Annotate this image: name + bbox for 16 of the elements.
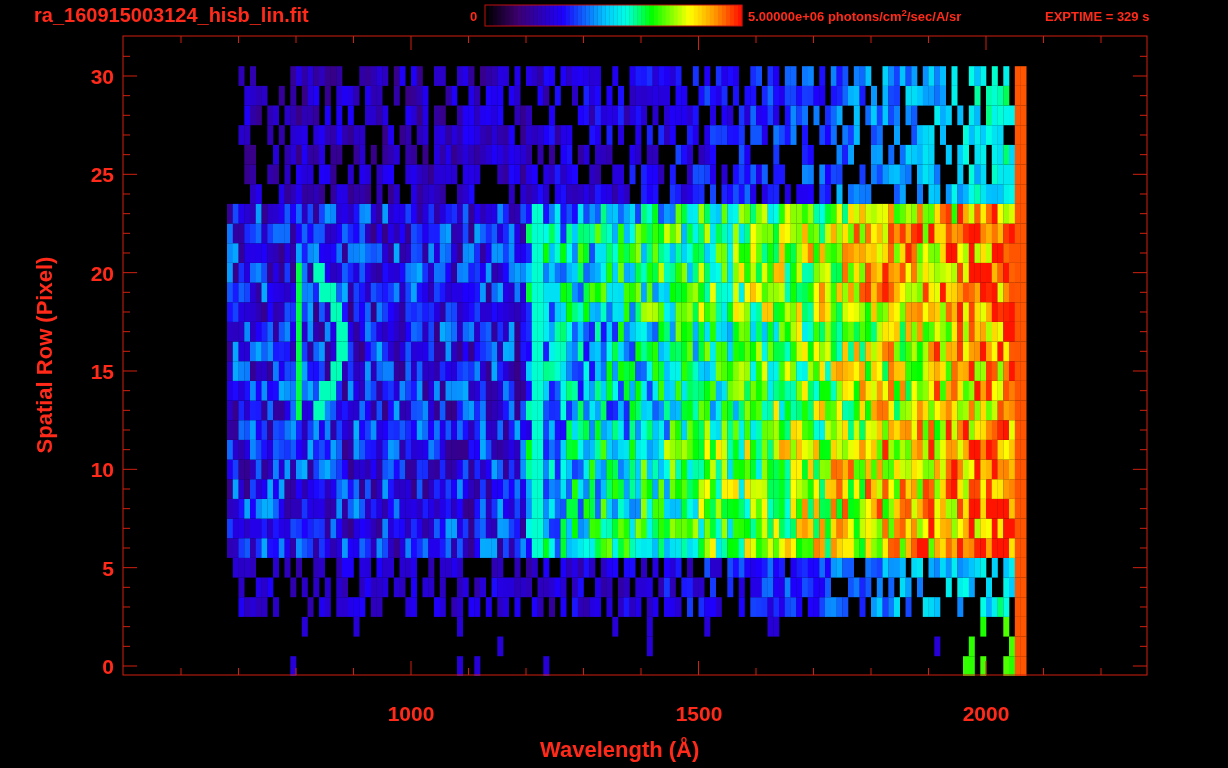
y-tick-label: 25	[89, 164, 114, 186]
colorbar-max-label: 5.00000e+06 photons/cm$^{2}$/sec/A/sr	[748, 10, 962, 23]
y-tick-label: 0	[101, 656, 114, 677]
x-tick-label: 1000	[386, 703, 436, 724]
y-tick-label: 20	[89, 262, 114, 284]
colorbar-min-label: 0	[470, 10, 478, 23]
x-tick-label: 2000	[961, 703, 1011, 724]
y-tick-label: 30	[89, 66, 114, 87]
y-tick-label: 15	[89, 361, 114, 382]
y-tick-label: 5	[101, 557, 114, 579]
plot-title: ra_160915003124_hisb_lin.fit	[34, 5, 309, 25]
y-tick-label: 10	[89, 459, 114, 481]
y-axis-label: Spatial Row (Pixel)	[34, 255, 56, 455]
exposure-time: EXPTIME = 329 s	[1045, 10, 1150, 23]
x-axis-label: Wavelength (Å)	[540, 739, 700, 761]
x-tick-label: 1500	[674, 703, 724, 724]
